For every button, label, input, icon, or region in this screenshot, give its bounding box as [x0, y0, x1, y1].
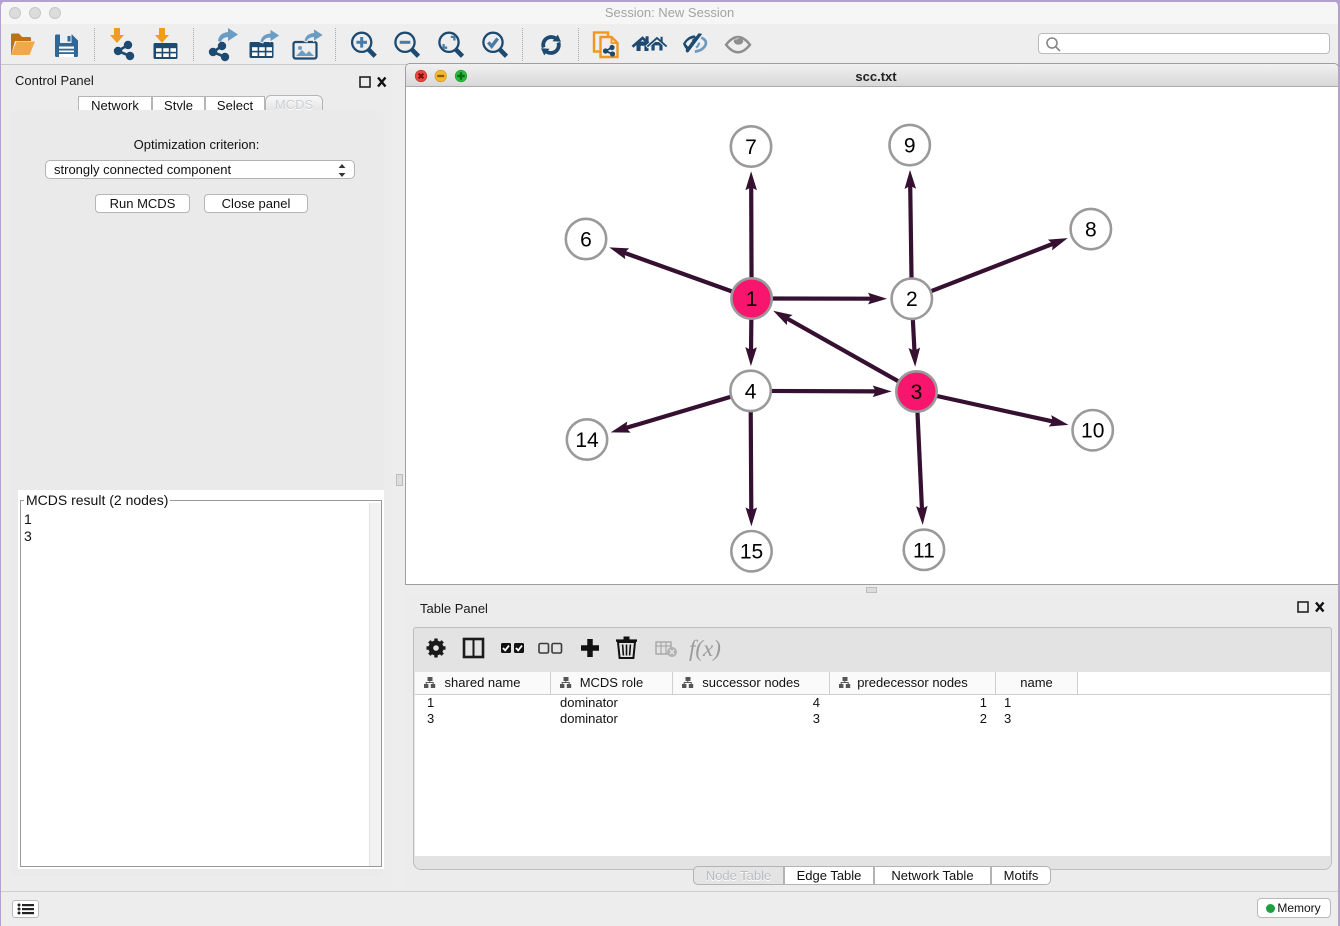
svg-text:9: 9	[904, 135, 916, 158]
svg-text:1: 1	[746, 288, 758, 311]
svg-text:7: 7	[745, 136, 757, 159]
svg-text:8: 8	[1085, 219, 1097, 242]
svg-text:3: 3	[911, 381, 923, 404]
svg-text:f(x): f(x)	[689, 636, 721, 661]
svg-text:10: 10	[1081, 420, 1104, 443]
svg-text:2: 2	[906, 288, 918, 311]
svg-text:15: 15	[740, 541, 763, 564]
svg-text:11: 11	[913, 539, 935, 562]
svg-text:14: 14	[575, 429, 599, 452]
svg-text:6: 6	[580, 229, 592, 252]
svg-text:4: 4	[745, 380, 757, 403]
